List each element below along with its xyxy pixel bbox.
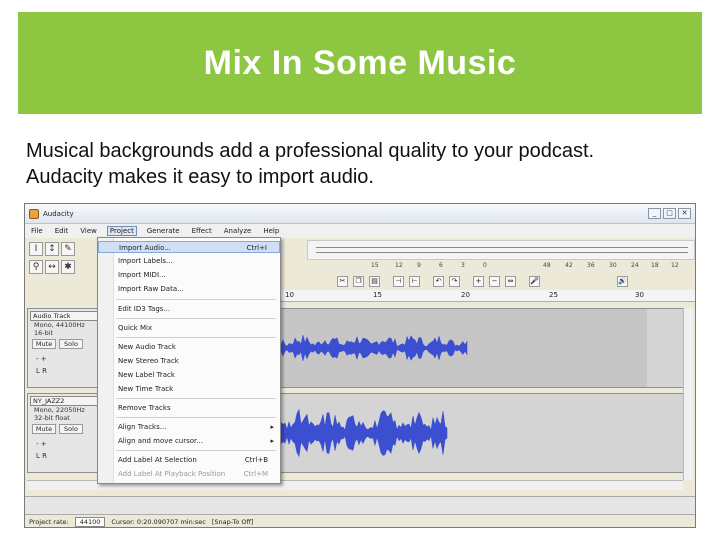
menu-edit[interactable]: Edit bbox=[53, 227, 71, 235]
submenu-arrow-icon: ▸ bbox=[270, 423, 274, 431]
menu-bar: File Edit View Project Generate Effect A… bbox=[25, 224, 695, 238]
meter-tick: 36 bbox=[587, 262, 595, 269]
menu-item-new-audio-track[interactable]: New Audio Track bbox=[98, 341, 280, 353]
zoom-out-icon[interactable]: − bbox=[489, 276, 500, 287]
slide-title: Mix In Some Music bbox=[203, 43, 517, 82]
meter-tick: 0 bbox=[483, 262, 487, 269]
ruler-tick: 25 bbox=[549, 291, 558, 299]
level-meter bbox=[307, 240, 695, 260]
maximize-button[interactable]: □ bbox=[663, 208, 676, 219]
silence-icon[interactable]: ⊢ bbox=[409, 276, 420, 287]
selection-toolbar bbox=[25, 496, 695, 514]
draw-tool-icon[interactable]: ✎ bbox=[61, 242, 75, 256]
meter-tick: 12 bbox=[671, 262, 679, 269]
menu-item-import-midi[interactable]: Import MIDI... bbox=[98, 269, 280, 281]
ruler-tick: 15 bbox=[373, 291, 382, 299]
slide-title-banner: Mix In Some Music bbox=[18, 12, 702, 114]
body-line-1: Musical backgrounds add a professional q… bbox=[26, 140, 595, 162]
status-bar: Project rate: 44100 Cursor: 0:20.090707 … bbox=[25, 514, 695, 527]
window-title: Audacity bbox=[43, 209, 74, 218]
edit-toolbar: ✂ ❐ ▤ ⊣ ⊢ ↶ ↷ + − ⇔ 🎤 🔊 bbox=[307, 274, 695, 290]
submenu-arrow-icon: ▸ bbox=[270, 437, 274, 445]
zoom-tool-icon[interactable]: ⚲ bbox=[29, 260, 43, 274]
multi-tool-icon[interactable]: ✱ bbox=[61, 260, 75, 274]
menu-item-import-audio[interactable]: Import Audio... Ctrl+I bbox=[98, 241, 280, 253]
menu-project[interactable]: Project bbox=[106, 226, 137, 236]
meter-scale: 15 12 9 6 3 0 48 42 36 30 24 18 12 bbox=[325, 262, 695, 272]
paste-icon[interactable]: ▤ bbox=[369, 276, 380, 287]
tools-toolbar: I ↕ ✎ ⚲ ↔ ✱ bbox=[29, 240, 91, 276]
menu-item-align-tracks[interactable]: Align Tracks... ▸ bbox=[98, 421, 280, 433]
mute-button[interactable]: Mute bbox=[32, 424, 56, 434]
menu-item-new-time-track[interactable]: New Time Track bbox=[98, 383, 280, 395]
ruler-tick: 30 bbox=[635, 291, 644, 299]
timeshift-tool-icon[interactable]: ↔ bbox=[45, 260, 59, 274]
menu-view[interactable]: View bbox=[78, 227, 99, 235]
audacity-app-icon bbox=[29, 208, 39, 219]
ruler-tick: 20 bbox=[461, 291, 470, 299]
menu-item-add-label-playback: Add Label At Playback Position Ctrl+M bbox=[118, 470, 268, 478]
project-menu-dropdown: Import Audio... Ctrl+I Import Labels... I… bbox=[97, 237, 281, 484]
snap-status: [Snap-To Off] bbox=[211, 517, 254, 526]
solo-button[interactable]: Solo bbox=[59, 339, 83, 349]
window-titlebar: Audacity _ □ ✕ bbox=[25, 204, 695, 224]
menu-analyze[interactable]: Analyze bbox=[222, 227, 254, 235]
meter-tick: 15 bbox=[371, 262, 379, 269]
mic-icon[interactable]: 🎤 bbox=[529, 276, 540, 287]
menu-item-new-stereo-track[interactable]: New Stereo Track bbox=[98, 355, 280, 367]
menu-item-add-label-selection[interactable]: Add Label At Selection Ctrl+B bbox=[98, 454, 280, 466]
cut-icon[interactable]: ✂ bbox=[337, 276, 348, 287]
meter-tick: 24 bbox=[631, 262, 639, 269]
minimize-button[interactable]: _ bbox=[648, 208, 661, 219]
meter-tick: 48 bbox=[543, 262, 551, 269]
undo-icon[interactable]: ↶ bbox=[433, 276, 444, 287]
ruler-tick: 10 bbox=[285, 291, 294, 299]
cursor-position: Cursor: 0:20.090707 min:sec bbox=[111, 517, 206, 526]
speaker-icon[interactable]: 🔊 bbox=[617, 276, 628, 287]
redo-icon[interactable]: ↷ bbox=[449, 276, 460, 287]
envelope-tool-icon[interactable]: ↕ bbox=[45, 242, 59, 256]
zoom-in-icon[interactable]: + bbox=[473, 276, 484, 287]
solo-button[interactable]: Solo bbox=[59, 424, 83, 434]
meter-tick: 30 bbox=[609, 262, 617, 269]
menu-help[interactable]: Help bbox=[261, 227, 281, 235]
slide-body: Musical backgrounds add a professional q… bbox=[26, 138, 706, 190]
meter-tick: 12 bbox=[395, 262, 403, 269]
menu-item-align-move-cursor[interactable]: Align and move cursor... ▸ bbox=[98, 435, 280, 447]
copy-icon[interactable]: ❐ bbox=[353, 276, 364, 287]
meter-tick: 6 bbox=[439, 262, 443, 269]
menu-item-new-label-track[interactable]: New Label Track bbox=[98, 369, 280, 381]
menu-item-remove-tracks[interactable]: Remove Tracks bbox=[98, 402, 280, 414]
body-line-2: Audacity makes it easy to import audio. bbox=[26, 166, 374, 188]
audacity-window: Audacity _ □ ✕ File Edit View Project Ge… bbox=[24, 203, 696, 528]
menu-item-import-raw[interactable]: Import Raw Data... bbox=[98, 283, 280, 295]
trim-icon[interactable]: ⊣ bbox=[393, 276, 404, 287]
menu-generate[interactable]: Generate bbox=[145, 227, 182, 235]
menu-file[interactable]: File bbox=[29, 227, 45, 235]
menu-effect[interactable]: Effect bbox=[190, 227, 214, 235]
project-rate-select[interactable]: 44100 bbox=[74, 516, 106, 527]
fit-selection-icon[interactable]: ⇔ bbox=[505, 276, 516, 287]
meter-tick: 9 bbox=[417, 262, 421, 269]
mute-button[interactable]: Mute bbox=[32, 339, 56, 349]
selection-tool-icon[interactable]: I bbox=[29, 242, 43, 256]
vertical-scrollbar[interactable] bbox=[683, 308, 693, 480]
meter-tick: 42 bbox=[565, 262, 573, 269]
menu-item-quick-mix[interactable]: Quick Mix bbox=[98, 322, 280, 334]
menu-item-import-labels[interactable]: Import Labels... bbox=[98, 255, 280, 267]
meter-tick: 18 bbox=[651, 262, 659, 269]
meter-tick: 3 bbox=[461, 262, 465, 269]
close-button[interactable]: ✕ bbox=[678, 208, 691, 219]
menu-item-edit-id3[interactable]: Edit ID3 Tags... bbox=[98, 303, 280, 315]
project-rate-label: Project rate: bbox=[29, 517, 69, 526]
